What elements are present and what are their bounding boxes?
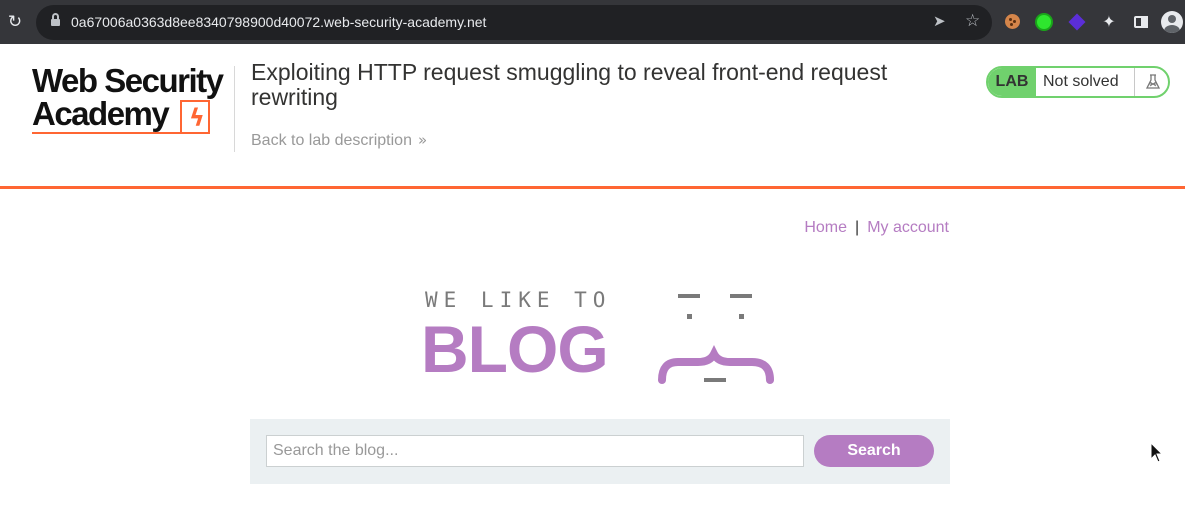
logo-bolt-icon: ϟ [180, 100, 210, 134]
lab-status-text: Not solved [1043, 73, 1119, 90]
extensions-puzzle-icon[interactable]: ✦ [1099, 12, 1119, 32]
web-security-academy-logo[interactable]: Web Security Academy ϟ [32, 64, 232, 136]
back-link-label: Back to lab description [251, 132, 412, 149]
search-panel: Search [250, 419, 950, 484]
my-account-link[interactable]: My account [867, 219, 949, 236]
blog-wordmark: BLOG [421, 312, 609, 386]
search-input[interactable] [266, 435, 804, 467]
logo-line1: Web Security [32, 62, 224, 99]
purple-extension-icon[interactable] [1067, 12, 1087, 32]
blog-tagline: WE LIKE TO [425, 288, 612, 312]
lock-icon[interactable] [51, 13, 60, 28]
cookie-extension-icon[interactable] [1003, 12, 1023, 32]
header-divider [234, 66, 235, 152]
side-panel-icon[interactable] [1131, 12, 1151, 32]
search-button[interactable]: Search [814, 435, 934, 467]
mouse-cursor-icon [1150, 442, 1164, 463]
url-text[interactable]: 0a67006a0363d8ee8340798900d40072.web-sec… [71, 14, 486, 30]
address-bar[interactable]: 0a67006a0363d8ee8340798900d40072.web-sec… [36, 5, 992, 40]
profile-avatar-icon[interactable] [1161, 11, 1183, 33]
green-extension-icon[interactable] [1034, 12, 1054, 32]
lab-badge: LAB [988, 68, 1036, 96]
logo-underline [32, 132, 210, 134]
nav-separator: | [855, 219, 860, 236]
lab-title: Exploiting HTTP request smuggling to rev… [251, 59, 888, 110]
double-chevron-right-icon: » [417, 131, 428, 149]
blog-logo: WE LIKE TO BLOG [420, 286, 780, 386]
star-icon[interactable]: ☆ [965, 11, 980, 31]
browser-toolbar: ↻ 0a67006a0363d8ee8340798900d40072.web-s… [0, 0, 1185, 44]
lab-status-widget: LAB Not solved [986, 66, 1170, 98]
logo-line2: Academy [32, 95, 170, 132]
back-to-lab-description-link[interactable]: Back to lab description » [251, 131, 427, 150]
reload-icon[interactable]: ↻ [6, 12, 24, 32]
home-link[interactable]: Home [804, 219, 847, 236]
blog-nav: Home | My account [804, 219, 949, 237]
send-icon[interactable]: ➤ [933, 12, 946, 30]
flask-icon [1134, 68, 1168, 96]
academy-header: Web Security Academy ϟ Exploiting HTTP r… [0, 44, 1185, 189]
blog-face-icon [658, 294, 774, 384]
